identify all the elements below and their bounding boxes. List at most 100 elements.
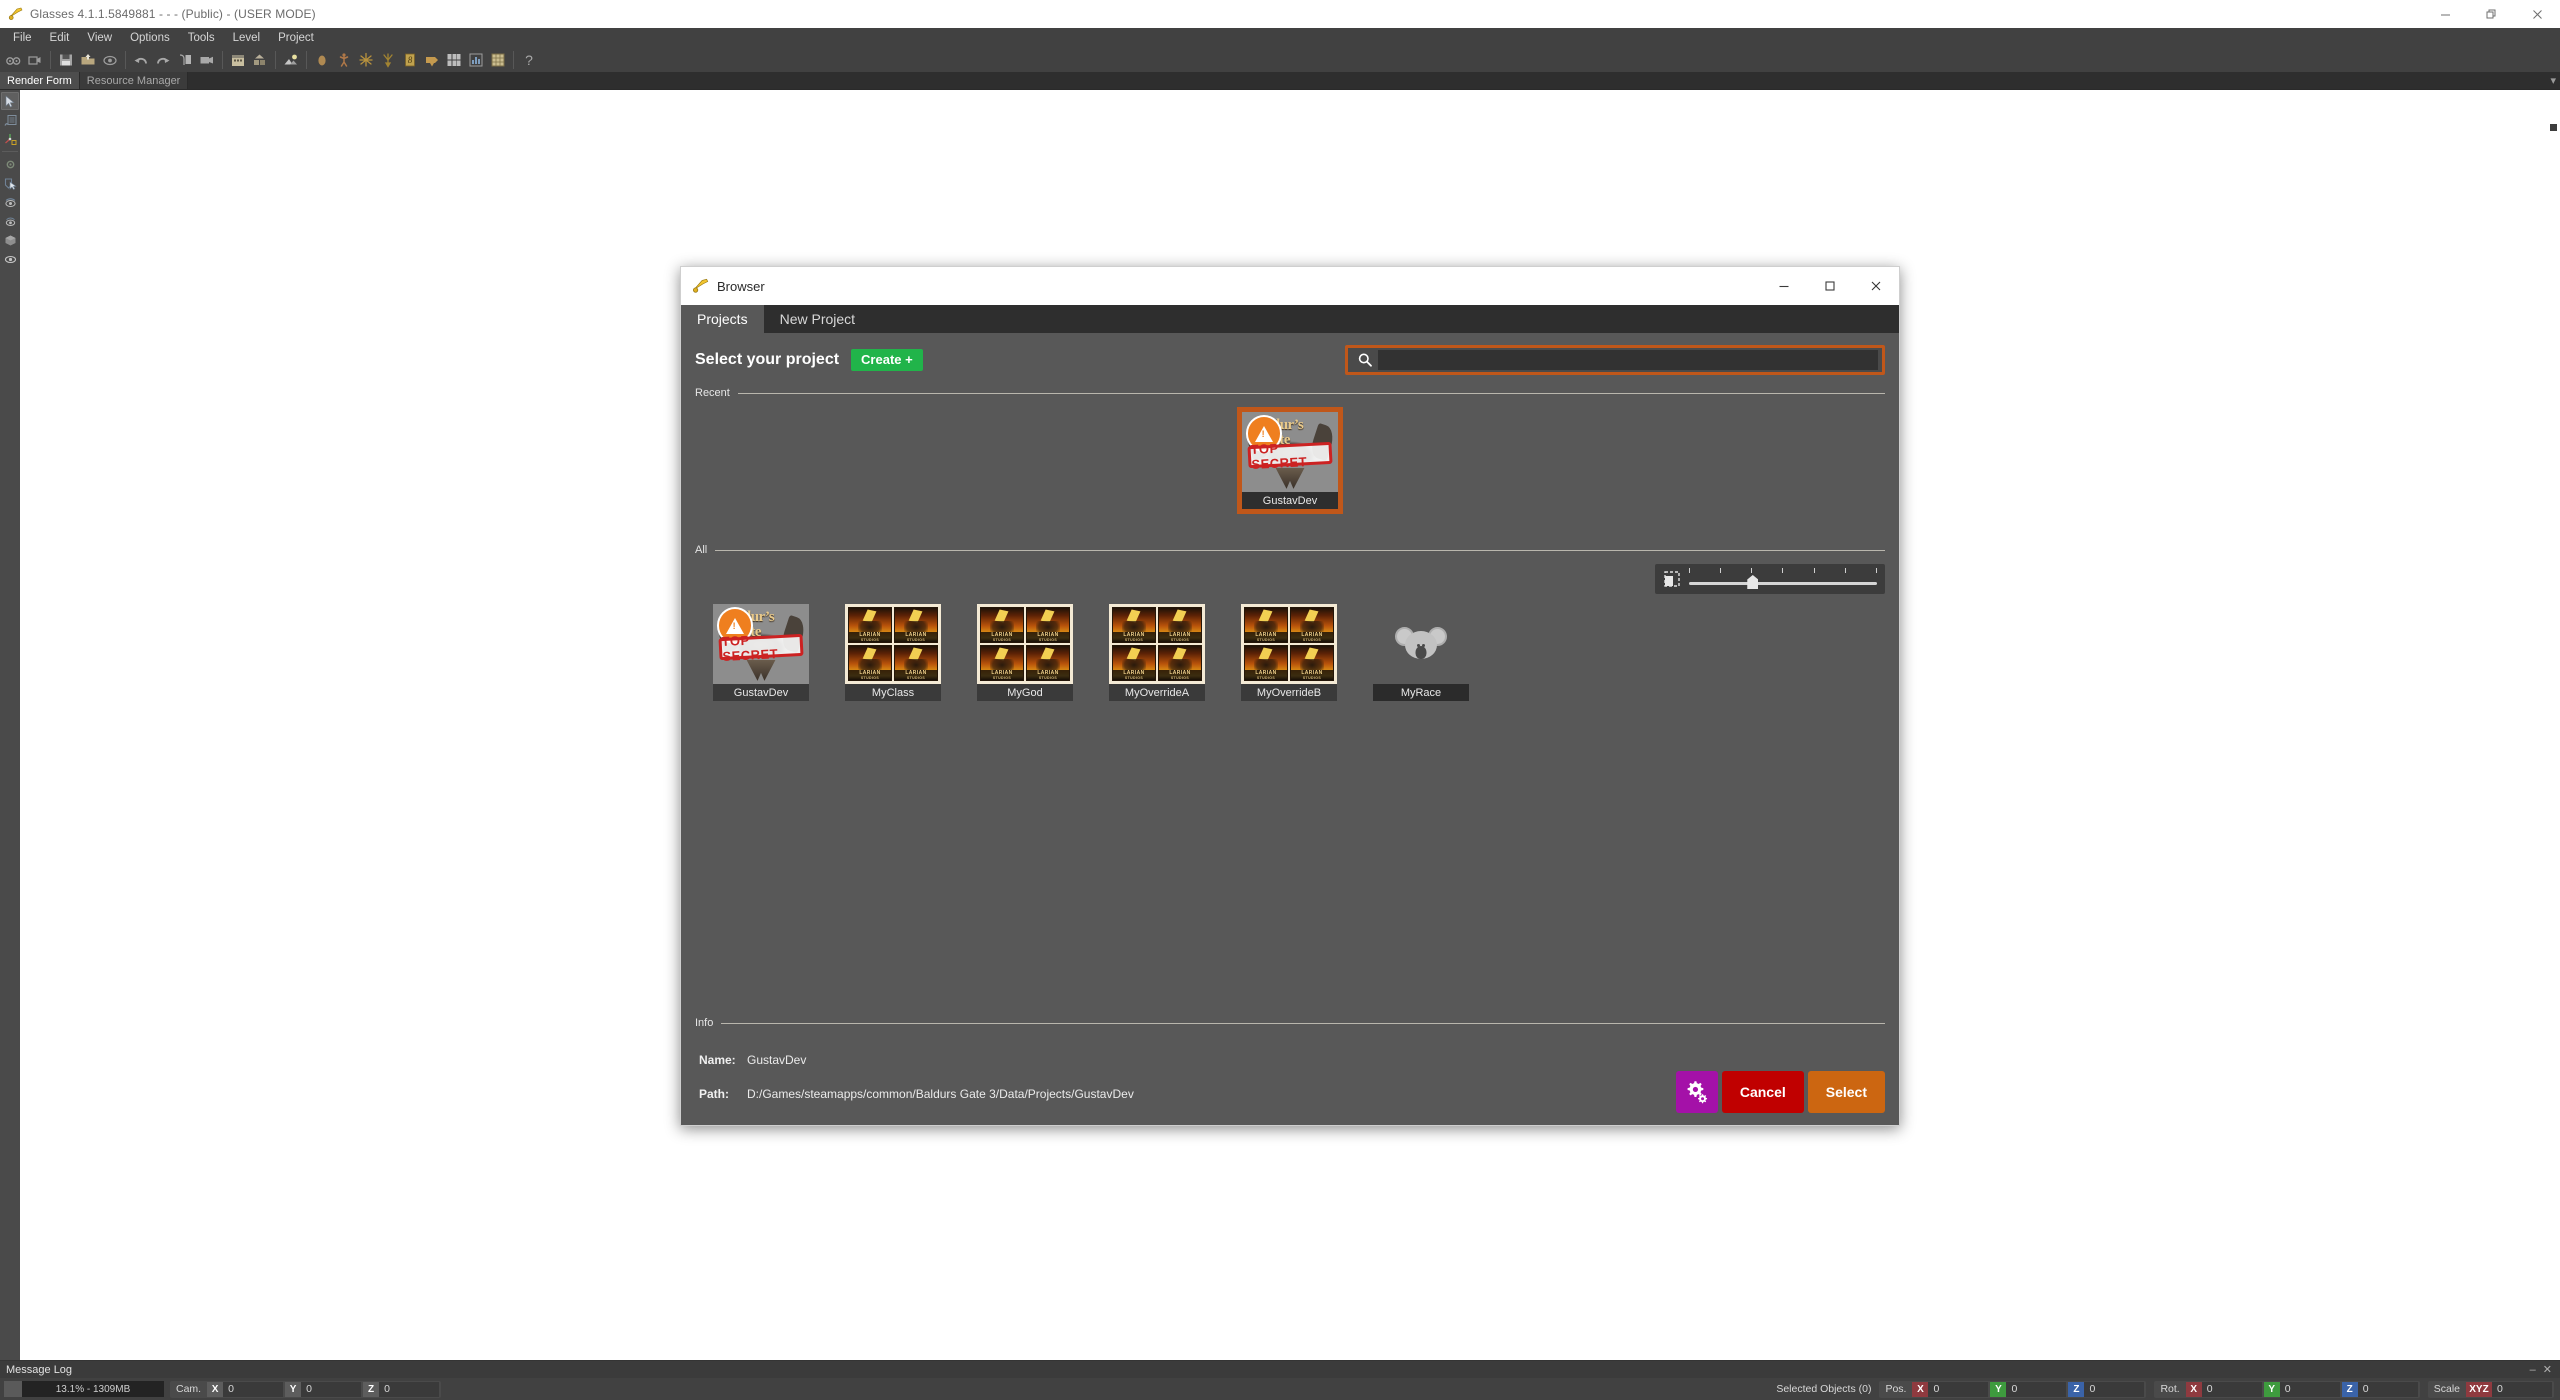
egg-icon[interactable] — [311, 49, 333, 71]
rotation-y[interactable]: Y 0 — [2263, 1381, 2340, 1397]
app-restore-button[interactable] — [2468, 0, 2514, 28]
app-title: Glasses 4.1.1.5849881 - - - (Public) - (… — [30, 7, 316, 21]
tab-resource-manager[interactable]: Resource Manager — [79, 72, 189, 89]
thumbnail-size-row — [695, 556, 1885, 598]
rotation-y-value[interactable]: 0 — [2279, 1381, 2340, 1397]
box-tool[interactable] — [1, 231, 19, 249]
camera-x[interactable]: X 0 — [207, 1381, 284, 1397]
recent-project-card-gustavdev[interactable]: aldur’s Gate TOP SECRET GustavDev — [1237, 407, 1343, 514]
rotation-z[interactable]: Z 0 — [2341, 1381, 2418, 1397]
position-z-value[interactable]: 0 — [2084, 1381, 2145, 1397]
menu-project[interactable]: Project — [269, 29, 323, 47]
pick-object-tool[interactable] — [1, 174, 19, 192]
menu-file[interactable]: File — [4, 29, 41, 47]
slider-handle[interactable] — [1747, 575, 1759, 589]
app-close-button[interactable] — [2514, 0, 2560, 28]
camera-coordinates: Cam. X 0 Y 0 Z 0 — [170, 1380, 442, 1398]
project-name-label: MyGod — [977, 684, 1073, 701]
settings-gear-tool[interactable] — [1, 155, 19, 173]
larian-tag-sub: STUDIOS — [1038, 638, 1058, 643]
position-y[interactable]: Y 0 — [1990, 1381, 2067, 1397]
dialog-close-button[interactable] — [1853, 267, 1899, 305]
larian-artwork: LARIAN STUDIOS LARIAN STUDIOS LARIAN STUDIO… — [1241, 604, 1337, 684]
tabstrip-overflow-icon[interactable]: ▾ — [2550, 74, 2556, 87]
project-card-myoverrideb[interactable]: LARIAN STUDIOS LARIAN STUDIOS LARIAN STUDIO… — [1241, 604, 1337, 701]
transform-gizmo-tool[interactable] — [1, 130, 19, 148]
cancel-button[interactable]: Cancel — [1721, 1071, 1804, 1113]
thumbnail-size-slider[interactable] — [1689, 568, 1877, 590]
properties-tool[interactable] — [1, 111, 19, 129]
menu-tools[interactable]: Tools — [179, 29, 224, 47]
scale-xyz[interactable]: XYZ 0 — [2466, 1381, 2552, 1397]
visibility-alt-tool[interactable] — [1, 212, 19, 230]
visibility-paint-tool[interactable] — [1, 193, 19, 211]
grid-cell: LARIAN STUDIOS LARIAN STUDIOS LARIAN STUDIO… — [827, 604, 959, 701]
position-x[interactable]: X 0 — [1912, 1381, 1989, 1397]
project-card-mygod[interactable]: LARIAN STUDIOS LARIAN STUDIOS LARIAN STUDIO… — [977, 604, 1073, 701]
save-icon[interactable] — [55, 49, 77, 71]
project-card-gustavdev[interactable]: aldur’s Gate TOP SECRET GustavDev — [713, 604, 809, 701]
redo-icon[interactable] — [152, 49, 174, 71]
goggles-icon[interactable] — [2, 49, 24, 71]
video-settings-icon[interactable] — [196, 49, 218, 71]
search-box[interactable] — [1345, 345, 1885, 375]
open-folder-icon[interactable] — [77, 49, 99, 71]
rotation-x-value[interactable]: 0 — [2201, 1381, 2262, 1397]
grid-cell: aldur’s Gate TOP SECRET GustavDev — [695, 604, 827, 701]
app-minimize-button[interactable] — [2422, 0, 2468, 28]
branch-list-icon[interactable] — [174, 49, 196, 71]
tab-render-form[interactable]: Render Form — [0, 72, 80, 89]
help-icon[interactable]: ? — [518, 49, 540, 71]
spreadsheet-icon[interactable] — [487, 49, 509, 71]
preview-eye-icon[interactable] — [99, 49, 121, 71]
script-icon[interactable]: 8 — [399, 49, 421, 71]
eye-tool[interactable] — [1, 250, 19, 268]
position-y-value[interactable]: 0 — [2006, 1381, 2067, 1397]
vfx-icon[interactable] — [355, 49, 377, 71]
calendar-icon[interactable] — [227, 49, 249, 71]
create-project-button[interactable]: Create + — [851, 349, 923, 371]
rotation-x[interactable]: X 0 — [2185, 1381, 2262, 1397]
camera-y-value[interactable]: 0 — [301, 1381, 362, 1397]
thumbnail-size-control[interactable] — [1655, 564, 1885, 594]
render-window-icon[interactable] — [24, 49, 46, 71]
character-icon[interactable] — [333, 49, 355, 71]
camera-z-value[interactable]: 0 — [379, 1381, 440, 1397]
rotation-z-value[interactable]: 0 — [2357, 1381, 2418, 1397]
dialog-minimize-button[interactable] — [1761, 267, 1807, 305]
message-log-tab[interactable]: Message Log — [6, 1364, 72, 1376]
canvas-resize-handle[interactable] — [2550, 124, 2557, 131]
position-y-tag: Y — [1990, 1381, 2007, 1397]
position-z[interactable]: Z 0 — [2068, 1381, 2145, 1397]
project-settings-button[interactable] — [1675, 1071, 1718, 1113]
project-card-myrace[interactable]: MyRace — [1373, 604, 1469, 701]
camera-y[interactable]: Y 0 — [285, 1381, 362, 1397]
camera-z[interactable]: Z 0 — [363, 1381, 440, 1397]
search-input[interactable] — [1378, 350, 1878, 370]
scale-xyz-value[interactable]: 0 — [2492, 1381, 2552, 1397]
stats-icon[interactable] — [465, 49, 487, 71]
info-area: Info Name: GustavDev Path: D:/Games/stea… — [695, 1007, 1885, 1125]
project-name-label: MyRace — [1373, 684, 1469, 701]
select-cursor-tool[interactable] — [1, 92, 19, 110]
panel-controls[interactable]: ‒ ✕ — [2530, 1363, 2554, 1376]
tab-new-project[interactable]: New Project — [764, 305, 871, 333]
camera-x-value[interactable]: 0 — [223, 1381, 284, 1397]
tab-projects[interactable]: Projects — [681, 305, 764, 333]
vfx-alt-icon[interactable] — [377, 49, 399, 71]
dialog-maximize-button[interactable] — [1807, 267, 1853, 305]
menu-edit[interactable]: Edit — [41, 29, 79, 47]
menu-level[interactable]: Level — [224, 29, 270, 47]
assets-icon[interactable] — [249, 49, 271, 71]
project-card-myclass[interactable]: LARIAN STUDIOS LARIAN STUDIOS LARIAN STUDIO… — [845, 604, 941, 701]
undo-icon[interactable] — [130, 49, 152, 71]
menu-options[interactable]: Options — [121, 29, 179, 47]
menu-view[interactable]: View — [78, 29, 121, 47]
project-card-myoverridea[interactable]: LARIAN STUDIOS LARIAN STUDIOS LARIAN STUDIO… — [1109, 604, 1205, 701]
tag-icon[interactable] — [421, 49, 443, 71]
app-titlebar: Glasses 4.1.1.5849881 - - - (Public) - (… — [0, 0, 2560, 28]
select-button[interactable]: Select — [1807, 1071, 1885, 1113]
crowd-icon[interactable] — [443, 49, 465, 71]
terrain-icon[interactable] — [280, 49, 302, 71]
position-x-value[interactable]: 0 — [1928, 1381, 1989, 1397]
